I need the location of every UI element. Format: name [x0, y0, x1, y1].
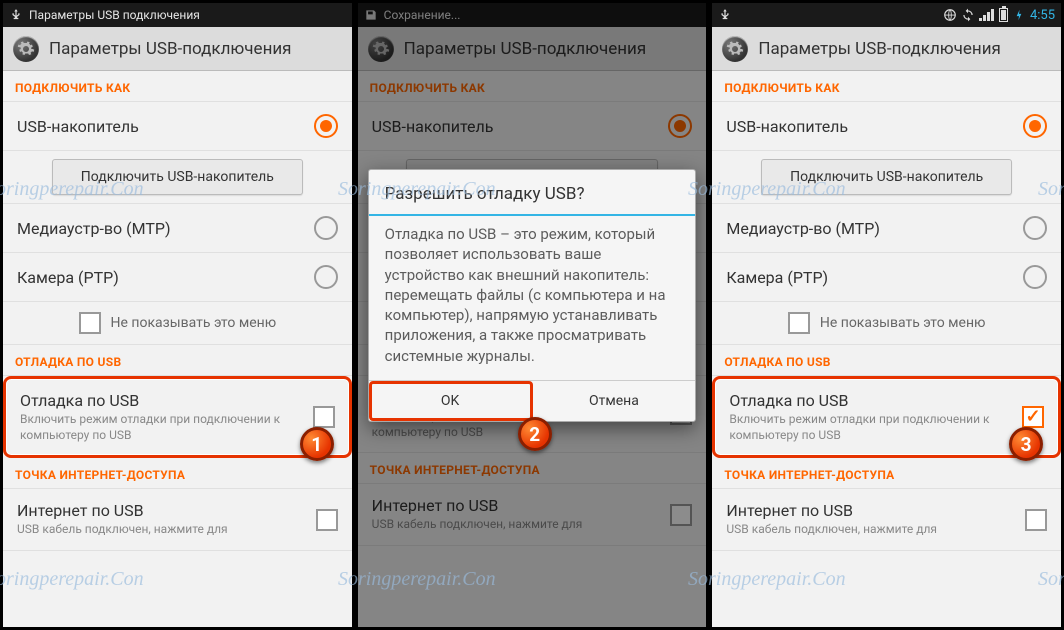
- option-mtp[interactable]: Медиаустр-во (MTP): [3, 204, 352, 253]
- dont-show-row[interactable]: Не показывать это меню: [712, 302, 1061, 345]
- statusbar: Сохранение...: [358, 3, 707, 27]
- usb-debug-title: Отладка по USB: [729, 391, 1012, 410]
- signal-icon: [979, 9, 995, 21]
- option-label: Медиаустр-во (MTP): [726, 219, 1013, 238]
- save-icon: [364, 8, 378, 22]
- usb-tether-row[interactable]: Интернет по USB USB кабель подключен, на…: [712, 489, 1061, 551]
- dont-show-label: Не показывать это меню: [111, 315, 277, 331]
- usb-debug-title: Отладка по USB: [20, 391, 303, 410]
- dont-show-label: Не показывать это меню: [820, 315, 986, 331]
- globe-icon: [943, 8, 957, 22]
- step-marker-1: 1: [300, 427, 334, 461]
- option-ptp[interactable]: Камера (PTP): [712, 253, 1061, 302]
- step-marker-2: 2: [518, 417, 552, 451]
- usb-debug-subtitle: Включить режим отладки при подключении к…: [729, 412, 1012, 443]
- radio-icon[interactable]: [314, 114, 338, 138]
- usb-tether-title: Интернет по USB: [726, 501, 1015, 520]
- section-connect-as: ПОДКЛЮЧИТЬ КАК: [712, 71, 1061, 102]
- checkbox-icon[interactable]: [316, 509, 338, 531]
- appbar-title: Параметры USB-подключения: [404, 39, 647, 59]
- usb-tether-row: Интернет по USB USB кабель подключен, на…: [358, 484, 707, 546]
- checkbox-icon[interactable]: [1025, 509, 1047, 531]
- checkbox-icon[interactable]: [313, 406, 335, 428]
- dialog-ok-button[interactable]: OK: [369, 381, 533, 421]
- settings-icon: [368, 36, 394, 62]
- status-icons: 4:55: [943, 8, 1055, 23]
- option-label: Медиаустр-во (MTP): [17, 219, 304, 238]
- option-label: USB-накопитель: [17, 117, 304, 136]
- connect-storage-row: Подключить USB-накопитель: [3, 151, 352, 204]
- usb-icon: [9, 8, 23, 22]
- section-tether: ТОЧКА ИНТЕРНЕТ-ДОСТУПА: [3, 458, 352, 489]
- option-label: Камера (PTP): [726, 268, 1013, 287]
- option-label: USB-накопитель: [726, 117, 1013, 136]
- battery-icon: [999, 8, 1008, 22]
- connect-storage-row: Подключить USB-накопитель: [712, 151, 1061, 204]
- option-ptp[interactable]: Камера (PTP): [3, 253, 352, 302]
- option-usb-storage[interactable]: USB-накопитель: [3, 102, 352, 151]
- radio-icon: [668, 114, 692, 138]
- appbar: Параметры USB-подключения: [712, 27, 1061, 71]
- usb-debug-dialog: Разрешить отладку USB? Отладка по USB – …: [368, 169, 697, 422]
- appbar: Параметры USB-подключения: [358, 27, 707, 71]
- radio-icon[interactable]: [314, 265, 338, 289]
- option-usb-storage[interactable]: USB-накопитель: [712, 102, 1061, 151]
- radio-icon[interactable]: [1023, 216, 1047, 240]
- dialog-title: Разрешить отладку USB?: [369, 170, 696, 214]
- screen-1: Параметры USB подключения Параметры USB-…: [3, 3, 352, 627]
- section-connect-as: ПОДКЛЮЧИТЬ КАК: [3, 71, 352, 102]
- dialog-divider: [369, 214, 696, 216]
- charge-icon: [1012, 8, 1026, 22]
- connect-storage-button[interactable]: Подключить USB-накопитель: [52, 159, 303, 195]
- content: ПОДКЛЮЧИТЬ КАК USB-накопитель Подключить…: [712, 71, 1061, 627]
- checkbox-icon[interactable]: [788, 312, 810, 334]
- checkbox-icon: [670, 504, 692, 526]
- option-label: Камера (PTP): [17, 268, 304, 287]
- radio-icon[interactable]: [314, 216, 338, 240]
- section-usb-debug: ОТЛАДКА ПО USB: [712, 345, 1061, 376]
- section-usb-debug: ОТЛАДКА ПО USB: [3, 345, 352, 376]
- appbar-title: Параметры USB-подключения: [49, 39, 292, 59]
- usb-tether-row[interactable]: Интернет по USB USB кабель подключен, на…: [3, 489, 352, 551]
- screen-3: 4:55 Параметры USB-подключения ПОДКЛЮЧИТ…: [712, 3, 1061, 627]
- usb-icon: [718, 8, 732, 22]
- dont-show-row[interactable]: Не показывать это меню: [3, 302, 352, 345]
- sync-icon: [961, 8, 975, 22]
- option-usb-storage: USB-накопитель: [358, 102, 707, 151]
- appbar-title: Параметры USB-подключения: [758, 39, 1001, 59]
- checkbox-icon[interactable]: [1022, 406, 1044, 428]
- usb-debug-subtitle: Включить режим отладки при подключении к…: [20, 412, 303, 443]
- usb-tether-subtitle: USB кабель подключен, нажмите для: [726, 522, 1015, 538]
- checkbox-icon[interactable]: [79, 312, 101, 334]
- step-marker-3: 3: [1009, 427, 1043, 461]
- statusbar-title: Параметры USB подключения: [29, 8, 200, 22]
- statusbar: Параметры USB подключения: [3, 3, 352, 27]
- clock: 4:55: [1030, 8, 1055, 23]
- section-tether: ТОЧКА ИНТЕРНЕТ-ДОСТУПА: [358, 453, 707, 484]
- content: ПОДКЛЮЧИТЬ КАК USB-накопитель Подключить…: [3, 71, 352, 627]
- dialog-body: Отладка по USB – это режим, который позв…: [369, 224, 696, 380]
- statusbar: 4:55: [712, 3, 1061, 27]
- settings-icon: [722, 36, 748, 62]
- option-label: USB-накопитель: [372, 117, 659, 136]
- usb-tether-subtitle: USB кабель подключен, нажмите для: [17, 522, 306, 538]
- radio-icon[interactable]: [1023, 265, 1047, 289]
- appbar: Параметры USB-подключения: [3, 27, 352, 71]
- section-tether: ТОЧКА ИНТЕРНЕТ-ДОСТУПА: [712, 458, 1061, 489]
- radio-icon[interactable]: [1023, 114, 1047, 138]
- statusbar-title: Сохранение...: [384, 8, 461, 22]
- usb-tether-title: Интернет по USB: [17, 501, 306, 520]
- screen-2: Сохранение... Параметры USB-подключения …: [358, 3, 707, 627]
- settings-icon: [13, 36, 39, 62]
- option-mtp[interactable]: Медиаустр-во (MTP): [712, 204, 1061, 253]
- dialog-cancel-button[interactable]: Отмена: [533, 381, 696, 421]
- section-connect-as: ПОДКЛЮЧИТЬ КАК: [358, 71, 707, 102]
- dialog-buttons: OK Отмена: [369, 380, 696, 421]
- connect-storage-button[interactable]: Подключить USB-накопитель: [761, 159, 1012, 195]
